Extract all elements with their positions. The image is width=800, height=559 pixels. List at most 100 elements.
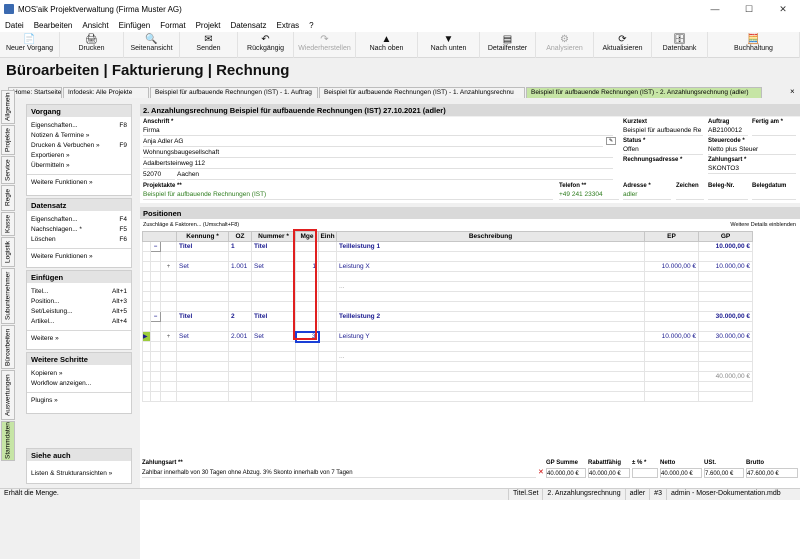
cell-beschreibung[interactable] <box>336 341 646 352</box>
cell-kennung[interactable] <box>176 391 230 402</box>
cell-ep[interactable] <box>644 341 700 352</box>
table-row[interactable]: ▶ + Set 2.001 Set 3 Leistung Y 10.000,00 €30.00… <box>142 330 797 343</box>
cell-oz[interactable] <box>228 251 253 262</box>
menu-datensatz[interactable]: Datensatz <box>225 21 271 30</box>
cell-kennung[interactable] <box>176 281 230 292</box>
cell-oz[interactable] <box>228 351 253 362</box>
cell-beschreibung[interactable] <box>336 381 646 392</box>
cell-kennung[interactable] <box>176 341 230 352</box>
document-tab[interactable]: Infodesk: Alle Projekte <box>63 87 149 98</box>
projektakte-link[interactable]: Beispiel für aufbauende Rechnungen (IST) <box>143 190 553 200</box>
cell-kennung[interactable] <box>176 371 230 382</box>
document-tab[interactable]: Beispiel für aufbauende Rechnungen (IST)… <box>319 87 525 98</box>
cell-oz[interactable]: 1.001 <box>228 261 253 272</box>
anschrift-line-1[interactable]: Firma <box>143 126 613 136</box>
steuercode-field[interactable]: Netto plus Steuer <box>708 145 796 155</box>
panel-action[interactable]: Set/Leistung... Alt+5 <box>27 307 131 317</box>
cell-ep[interactable] <box>644 311 700 322</box>
module-tab[interactable]: Projekte <box>1 125 15 155</box>
cell-ep[interactable] <box>644 281 700 292</box>
cell-nummer[interactable] <box>251 301 297 312</box>
menu-datei[interactable]: Datei <box>0 21 29 30</box>
menu-extras[interactable]: Extras <box>272 21 305 30</box>
cell-gp[interactable] <box>698 381 754 392</box>
cell-mge[interactable] <box>295 241 320 252</box>
cell-kennung[interactable]: Set <box>176 331 230 342</box>
cell-gp[interactable] <box>698 271 754 282</box>
cell-nummer[interactable] <box>251 361 297 372</box>
column-header-gp[interactable]: GP <box>698 231 754 242</box>
cell-mge[interactable] <box>295 271 320 282</box>
cell-beschreibung[interactable] <box>336 301 646 312</box>
cell-nummer[interactable]: Set <box>251 261 297 272</box>
table-row[interactable] <box>142 271 797 282</box>
cell-nummer[interactable] <box>251 251 297 262</box>
auftrag-field[interactable]: AB2100012 <box>708 126 748 136</box>
cell-beschreibung[interactable] <box>336 391 646 402</box>
cell-oz[interactable]: 2.001 <box>228 331 253 342</box>
cell-mge[interactable] <box>295 351 320 362</box>
column-header-oz[interactable]: OZ <box>228 231 253 242</box>
cell-ep[interactable] <box>644 351 700 362</box>
zahlungsart-field[interactable]: SKONTO3 <box>708 164 796 174</box>
cell-einh[interactable] <box>318 241 338 252</box>
toolbar-neuer-vorgang-button[interactable]: 📄 Neuer Vorgang <box>0 32 60 58</box>
table-row[interactable]: ... <box>142 351 797 362</box>
table-row[interactable] <box>142 361 797 372</box>
maximize-icon[interactable]: ☐ <box>732 0 766 18</box>
status-field[interactable]: Offen <box>623 145 703 155</box>
table-row[interactable] <box>142 291 797 302</box>
cell-oz[interactable]: 1 <box>228 241 253 252</box>
cell-einh[interactable] <box>318 351 338 362</box>
cell-kennung[interactable] <box>176 381 230 392</box>
cell-einh[interactable] <box>318 271 338 282</box>
cell-ep[interactable] <box>644 301 700 312</box>
cell-mge[interactable] <box>295 381 320 392</box>
cell-beschreibung[interactable]: ... <box>336 351 646 362</box>
toolbar-wiederherstellen-button[interactable]: ↷ Wiederherstellen <box>294 32 356 58</box>
cell-oz[interactable]: 2 <box>228 311 253 322</box>
table-row[interactable] <box>142 321 797 332</box>
cell-oz[interactable] <box>228 371 253 382</box>
cell-oz[interactable] <box>228 321 253 332</box>
anschrift-line-3[interactable]: Wohnungsbaugesellschaft <box>143 148 613 158</box>
toolbar-datenbank-button[interactable]: 🗄 Datenbank <box>652 32 708 58</box>
panel-action[interactable]: Titel... Alt+1 <box>27 287 131 297</box>
table-row[interactable]: 40.000,00 € <box>142 371 797 382</box>
tab-close-icon[interactable]: × <box>790 87 795 96</box>
minimize-icon[interactable]: — <box>698 0 732 18</box>
table-row[interactable] <box>142 251 797 262</box>
document-tab[interactable]: Beispiel für aufbauende Rechnungen (IST)… <box>150 87 318 98</box>
cell-gp[interactable]: 10.000,00 € <box>698 241 754 252</box>
adresse-field[interactable]: adler <box>623 190 671 200</box>
document-tab[interactable]: Beispiel für aufbauende Rechnungen (IST)… <box>526 87 762 98</box>
panel-action[interactable]: Position... Alt+3 <box>27 297 131 307</box>
toolbar-aktualisieren-button[interactable]: ⟳ Aktualisieren <box>594 32 652 58</box>
cell-oz[interactable] <box>228 281 253 292</box>
cell-kennung[interactable] <box>176 321 230 332</box>
column-header-ep[interactable]: EP <box>644 231 700 242</box>
module-tab[interactable]: Logistik <box>1 237 15 267</box>
footer-value[interactable] <box>632 468 658 478</box>
plz-field[interactable]: 52070 <box>143 170 175 180</box>
cell-nummer[interactable]: Set <box>251 331 297 342</box>
clear-icon[interactable]: ✕ <box>538 468 544 476</box>
cell-gp[interactable] <box>698 361 754 372</box>
menu-format[interactable]: Format <box>155 21 190 30</box>
cell-oz[interactable] <box>228 381 253 392</box>
cell-beschreibung[interactable] <box>336 291 646 302</box>
cell-gp[interactable]: 40.000,00 € <box>698 371 754 382</box>
table-row[interactable]: − Titel 2 Titel Teilleistung 2 30.000,00 € <box>142 311 797 322</box>
toolbar-detailfenster-button[interactable]: ▤ Detailfenster <box>480 32 536 58</box>
cell-kennung[interactable] <box>176 251 230 262</box>
table-row[interactable]: − Titel 1 Titel Teilleistung 1 10.000,00 € <box>142 241 797 252</box>
cell-ep[interactable] <box>644 241 700 252</box>
fertig-field[interactable] <box>752 126 796 136</box>
table-row[interactable]: ... <box>142 281 797 292</box>
module-tab[interactable]: Kasse <box>1 212 15 236</box>
toolbar-senden-button[interactable]: ✉ Senden <box>180 32 238 58</box>
plugins-link[interactable]: Plugins » <box>27 396 131 406</box>
toolbar-rückgängig-button[interactable]: ↶ Rückgängig <box>238 32 294 58</box>
cell-gp[interactable] <box>698 391 754 402</box>
menu-einfügen[interactable]: Einfügen <box>114 21 156 30</box>
